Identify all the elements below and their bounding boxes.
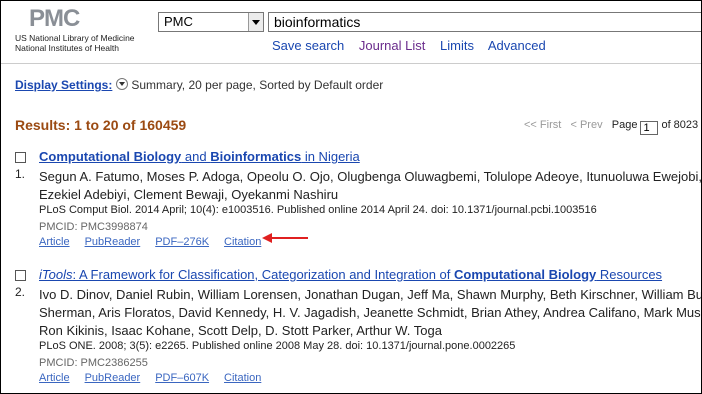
citation-link[interactable]: Citation — [224, 236, 261, 248]
result-number: 2. — [15, 285, 26, 299]
limits-link[interactable]: Limits — [440, 38, 474, 53]
journal-list-link[interactable]: Journal List — [359, 38, 425, 53]
pdf-link[interactable]: PDF–276K — [155, 236, 209, 248]
result-authors: Segun A. Fatumo, Moses P. Adoga, Opeolu … — [39, 169, 702, 184]
advanced-link[interactable]: Advanced — [488, 38, 546, 53]
save-search-link[interactable]: Save search — [272, 38, 344, 53]
title-part: : A Framework for Classification, Catego… — [72, 267, 455, 282]
title-part: and — [181, 149, 211, 164]
pager: << First < Prev Page 1 of 8023 — [524, 119, 698, 135]
results-count: Results: 1 to 20 of 160459 — [15, 117, 187, 133]
database-select-value: PMC — [164, 14, 193, 29]
article-link[interactable]: Article — [39, 372, 70, 384]
header-divider — [1, 63, 701, 64]
title-part: Computational Biology — [454, 267, 597, 282]
search-links: Save search Journal List Limits Advanced — [272, 38, 557, 53]
result-authors: Ivo D. Dinov, Daniel Rubin, William Lore… — [39, 287, 702, 302]
result-pmcid: PMCID: PMC2386255 — [39, 357, 148, 369]
logo-mark: PMC — [29, 5, 80, 32]
result-authors: Ezekiel Adebiyi, Clement Bewaji, Oyekanm… — [39, 187, 339, 202]
pubreader-link[interactable]: PubReader — [85, 236, 141, 248]
title-part: Resources — [596, 267, 663, 282]
result-citation: PLoS Comput Biol. 2014 April; 10(4): e10… — [39, 204, 597, 216]
citation-link[interactable]: Citation — [224, 372, 261, 384]
display-settings: Display Settings: Summary, 20 per page, S… — [15, 78, 383, 92]
title-part: iTools — [39, 267, 73, 282]
database-select[interactable]: PMC — [158, 12, 264, 32]
pdf-link[interactable]: PDF–607K — [155, 372, 209, 384]
page-frame: PMC US National Library of Medicine Nati… — [0, 0, 702, 394]
search-input[interactable]: bioinformatics — [268, 12, 701, 32]
display-settings-link[interactable]: Display Settings: — [15, 78, 112, 92]
result-links: Article PubReader PDF–276K Citation — [39, 236, 276, 248]
result-authors: Sherman, Aris Floratos, David Kennedy, H… — [39, 305, 702, 320]
result-links: Article PubReader PDF–607K Citation — [39, 372, 276, 384]
page-count: of 8023 — [661, 119, 699, 131]
result-title-link[interactable]: Computational Biology and Bioinformatics… — [39, 149, 360, 164]
article-link[interactable]: Article — [39, 236, 70, 248]
pmc-logo[interactable]: PMC US National Library of Medicine Nati… — [15, 5, 145, 53]
first-page-link[interactable]: << First — [524, 119, 561, 131]
title-part: Computational Biology — [39, 149, 182, 164]
annotation-arrow-icon — [262, 233, 308, 243]
logo-text-nlm: US National Library of Medicine — [15, 33, 135, 43]
result-title-link[interactable]: iTools: A Framework for Classification, … — [39, 267, 662, 282]
result-pmcid: PMCID: PMC3998874 — [39, 221, 148, 233]
title-part: Bioinformatics — [210, 149, 302, 164]
result-citation: PLoS ONE. 2008; 3(5): e2265. Published o… — [39, 340, 516, 352]
logo-text-nih: National Institutes of Health — [15, 43, 119, 53]
title-part: in Nigeria — [301, 149, 360, 164]
prev-page-link[interactable]: < Prev — [570, 119, 602, 131]
result-number: 1. — [15, 167, 26, 181]
page-number-input[interactable]: 1 — [640, 121, 659, 135]
result-checkbox[interactable] — [15, 152, 26, 163]
chevron-down-icon[interactable] — [248, 13, 263, 31]
result-authors: Ron Kikinis, Isaac Kohane, Scott Delp, D… — [39, 323, 442, 338]
result-checkbox[interactable] — [15, 270, 26, 281]
pubreader-link[interactable]: PubReader — [85, 372, 141, 384]
display-settings-summary: Summary, 20 per page, Sorted by Default … — [131, 78, 384, 92]
chevron-down-icon[interactable] — [116, 78, 129, 90]
page-label: Page — [611, 119, 638, 131]
